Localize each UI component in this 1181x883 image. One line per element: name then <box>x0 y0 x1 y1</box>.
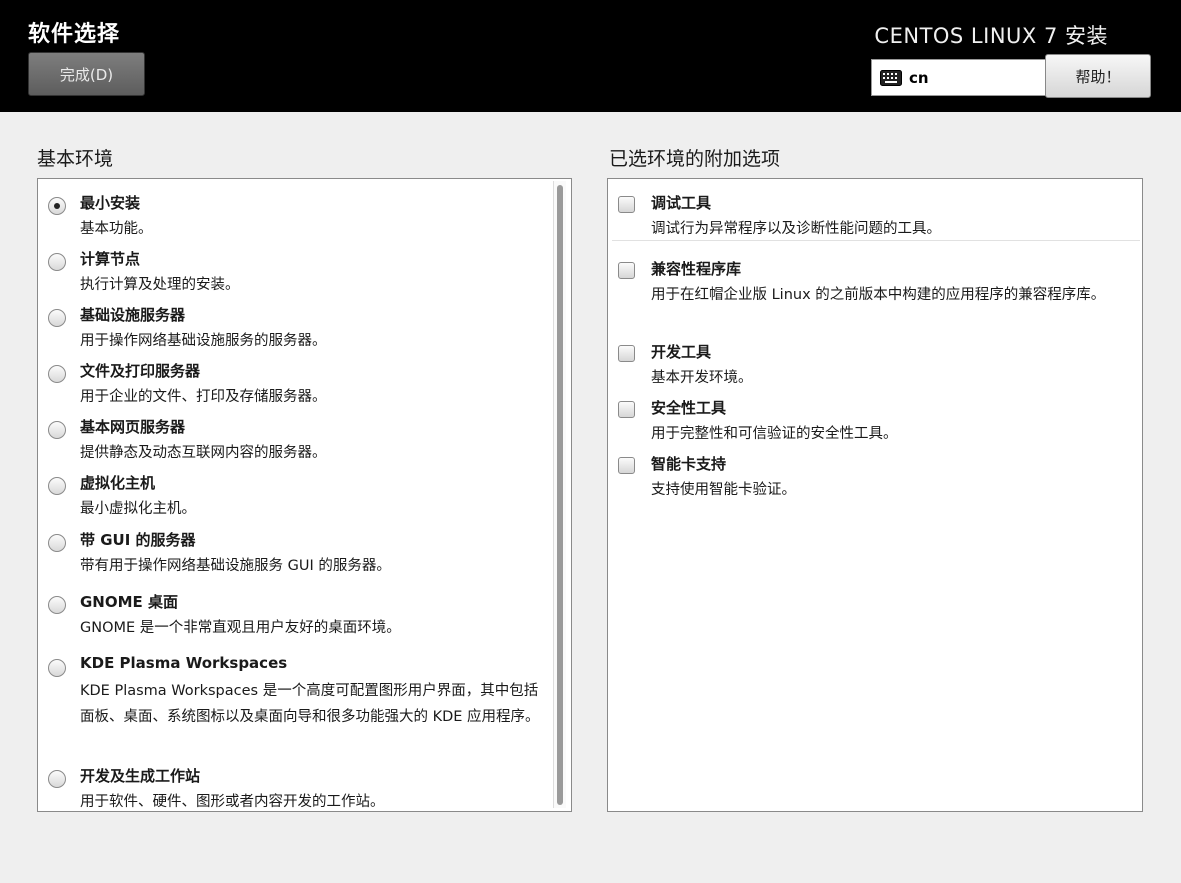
base-environment-list: 最小安装 基本功能。 计算节点 执行计算及处理的安装。 基础设施服务器 用于操作… <box>37 178 572 812</box>
base-environment-title: 基本环境 <box>37 148 114 170</box>
radio-button[interactable] <box>48 365 66 383</box>
env-name: 基础设施服务器 <box>80 306 186 324</box>
addon-name: 调试工具 <box>651 194 712 212</box>
addons-list: 调试工具 调试行为异常程序以及诊断性能问题的工具。 兼容性程序库 用于在红帽企业… <box>607 178 1143 812</box>
addon-name: 安全性工具 <box>651 399 727 417</box>
addon-description: 用于在红帽企业版 Linux 的之前版本中构建的应用程序的兼容程序库。 <box>651 287 1106 303</box>
addon-description: 用于完整性和可信验证的安全性工具。 <box>651 426 898 442</box>
top-bar: 软件选择 完成(D) CENTOS LINUX 7 安装 cn 帮助！ <box>0 0 1181 112</box>
addon-name: 智能卡支持 <box>651 455 727 473</box>
radio-button[interactable] <box>48 253 66 271</box>
env-name: 带 GUI 的服务器 <box>80 531 196 549</box>
radio-button[interactable] <box>48 421 66 439</box>
keyboard-layout-indicator[interactable]: cn <box>871 59 1047 96</box>
env-description: KDE Plasma Workspaces 是一个高度可配置图形用户界面，其中包… <box>80 683 540 725</box>
addon-description: 基本开发环境。 <box>651 370 753 386</box>
env-name: KDE Plasma Workspaces <box>80 654 288 672</box>
done-button[interactable]: 完成(D) <box>28 52 145 96</box>
env-description: GNOME 是一个非常直观且用户友好的桌面环境。 <box>80 620 401 636</box>
addon-name: 开发工具 <box>651 343 712 361</box>
addon-description: 支持使用智能卡验证。 <box>651 482 796 498</box>
env-name: 虚拟化主机 <box>80 474 156 492</box>
installer-title: CENTOS LINUX 7 安装 <box>874 24 1108 48</box>
scrollbar[interactable] <box>553 181 566 808</box>
env-description: 用于企业的文件、打印及存储服务器。 <box>80 389 327 405</box>
scrollbar-thumb[interactable] <box>557 185 563 805</box>
env-description: 执行计算及处理的安装。 <box>80 277 240 293</box>
keyboard-icon <box>880 69 902 86</box>
env-name: 计算节点 <box>80 250 141 268</box>
keyboard-layout-code: cn <box>909 68 929 87</box>
env-description: 带有用于操作网络基础设施服务 GUI 的服务器。 <box>80 558 391 574</box>
checkbox[interactable] <box>618 457 635 474</box>
radio-button[interactable] <box>48 596 66 614</box>
radio-button[interactable] <box>48 477 66 495</box>
addons-title: 已选环境的附加选项 <box>609 148 781 170</box>
env-description: 基本功能。 <box>80 221 153 237</box>
env-name: GNOME 桌面 <box>80 593 179 611</box>
env-description: 最小虚拟化主机。 <box>80 501 196 517</box>
env-name: 开发及生成工作站 <box>80 767 201 785</box>
radio-button[interactable] <box>48 770 66 788</box>
radio-button[interactable] <box>48 197 66 215</box>
divider <box>612 240 1140 241</box>
env-description: 提供静态及动态互联网内容的服务器。 <box>80 445 327 461</box>
checkbox[interactable] <box>618 262 635 279</box>
page-title: 软件选择 <box>28 22 121 47</box>
addon-description: 调试行为异常程序以及诊断性能问题的工具。 <box>651 221 941 237</box>
addon-name: 兼容性程序库 <box>651 260 742 278</box>
env-name: 文件及打印服务器 <box>80 362 201 380</box>
env-description: 用于操作网络基础设施服务的服务器。 <box>80 333 327 349</box>
radio-button[interactable] <box>48 659 66 677</box>
radio-button[interactable] <box>48 309 66 327</box>
env-name: 基本网页服务器 <box>80 418 186 436</box>
radio-button[interactable] <box>48 534 66 552</box>
help-button[interactable]: 帮助！ <box>1045 54 1151 98</box>
checkbox[interactable] <box>618 196 635 213</box>
checkbox[interactable] <box>618 401 635 418</box>
env-description: 用于软件、硬件、图形或者内容开发的工作站。 <box>80 794 385 810</box>
checkbox[interactable] <box>618 345 635 362</box>
env-name: 最小安装 <box>80 194 141 212</box>
